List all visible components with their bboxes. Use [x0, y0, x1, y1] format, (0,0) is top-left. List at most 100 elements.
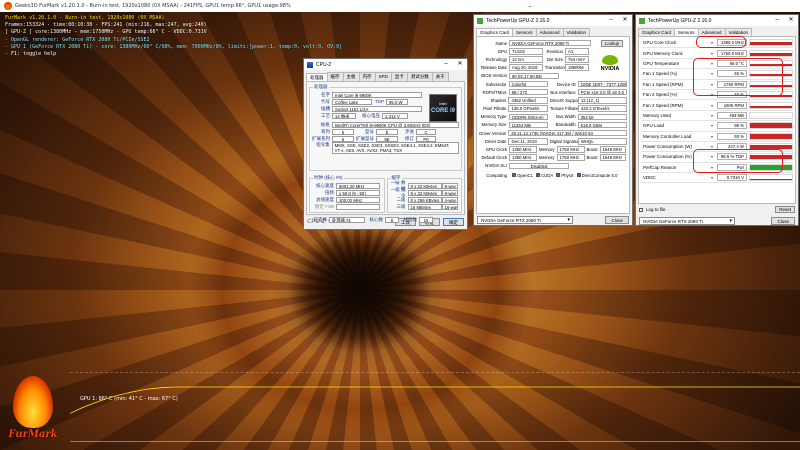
sensor-label: GPU Memory Clock	[643, 50, 683, 56]
physx-checkbox[interactable]	[556, 173, 561, 178]
directcompute-checkbox[interactable]	[576, 173, 581, 178]
log-to-file-checkbox[interactable]	[639, 207, 643, 212]
package-label: 插槽	[321, 105, 330, 111]
computing-label: Computing	[486, 172, 507, 178]
minimize-icon[interactable]: –	[770, 15, 784, 26]
gpu-clock-row: GPU Clock 1350 MHz Memory 1750 MHz Boost 1545…	[479, 145, 627, 153]
furmark-overlay-gpuz: [ GPU-Z ] core:1380MHz - mem:1750MHz - G…	[5, 29, 207, 35]
core-speed-label: 核心速度	[316, 182, 334, 188]
subvendor-value: Colorful	[508, 80, 549, 88]
release-date-label: Release Date	[480, 65, 507, 71]
default-clock-value2: 1750 MHz	[556, 154, 585, 161]
tab-validation[interactable]: Validation	[562, 28, 590, 36]
tab-memory[interactable]: 内存	[358, 72, 376, 81]
tab-graphics-card[interactable]: Graphics Card	[476, 28, 514, 36]
minimize-icon[interactable]: –	[520, 0, 540, 12]
cpuz-processor-panel: 处理器 intel CORE i9 名字 Intel Core i9 9900K …	[306, 81, 465, 223]
clocks-group: 时钟 (核心 #0) 核心速度 5001.20 MHz 倍频 x 50.0 (8 -…	[309, 175, 385, 213]
tab-validation[interactable]: Validation	[724, 28, 752, 36]
shaders-value: 4352 Unified	[508, 97, 548, 104]
sensor-value: 0.7310 V	[717, 174, 747, 182]
codename-label: 代号	[321, 98, 330, 104]
l2-way: 4-way	[441, 196, 458, 203]
pixel-fillrate-row: Pixel Fillrate 136.0 GPixel/s Texture Fill…	[479, 105, 627, 113]
sensor-graph	[749, 174, 793, 182]
gpuz2-titlebar: TechPowerUp GPU-Z 2.16.0 – ✕	[636, 15, 798, 26]
tab-bench[interactable]: 测试分数	[406, 72, 433, 81]
tab-spd[interactable]: SPD	[374, 72, 392, 81]
gpu-clock-label: GPU Clock	[485, 147, 507, 153]
intel-core-i9-badge: intel CORE i9	[429, 94, 457, 122]
nvidia-sli-row: NVIDIA SLI Disabled	[479, 162, 627, 170]
subvendor-label2: Device ID	[557, 81, 576, 87]
nvidia-eye-icon	[602, 55, 618, 65]
sensor-value: 93 %	[717, 132, 747, 140]
tab-cache[interactable]: 缓存	[326, 72, 344, 81]
driver-date-value: Dec 11, 2018	[508, 138, 548, 145]
computing-row: Computing OpenCL CUDA PhysX DirectComput…	[479, 171, 627, 179]
tab-advanced[interactable]: Advanced	[535, 28, 564, 36]
close-button[interactable]: Close	[771, 217, 795, 225]
gpuz-graphics-card-window: TechPowerUp GPU-Z 2.16.0 – ✕ Graphics Ca…	[473, 14, 633, 226]
rated-fsb-value	[336, 203, 380, 210]
gpuz2-log-bar: Log to file Reset	[636, 204, 798, 215]
tab-advanced[interactable]: Advanced	[697, 28, 726, 36]
bios-version-value: 90.02.17.00.BD	[509, 72, 559, 80]
multiplier-value: x 50.0 (8 - 50)	[336, 189, 380, 196]
close-icon[interactable]: ✕	[784, 15, 798, 26]
bus-speed-value: 100.02 MHz	[336, 196, 380, 203]
gpu-clock-value: 1350 MHz	[509, 146, 537, 153]
opencl-checkbox[interactable]	[512, 173, 516, 178]
pixel-fillrate-label: Pixel Fillrate	[483, 106, 507, 112]
subvendor-value2: 10DE 1E07 - 7377 1208	[577, 80, 627, 88]
core-voltage-label: 核心电压	[362, 112, 380, 118]
core-speed-value: 5001.20 MHz	[336, 182, 380, 189]
specification-value: Intel(R) Core(TM) i9-9900K CPU @ 3.60GHz…	[331, 121, 459, 128]
cpuz-titlebar: CPU-Z – ✕	[304, 59, 467, 70]
tab-sensors[interactable]: Sensors	[674, 28, 699, 36]
tab-graphics[interactable]: 显卡	[390, 72, 408, 81]
gpuz2-bottom-bar: NVIDIA GeForce RTX 2080 Ti Close	[636, 215, 798, 227]
revision-value: P0	[416, 135, 436, 142]
sensor-label: Memory Used	[643, 112, 672, 118]
tdp-label: TDP	[375, 99, 384, 104]
gpu-select-dropdown[interactable]: NVIDIA GeForce RTX 2080 Ti	[639, 217, 735, 225]
close-icon[interactable]: ✕	[453, 59, 467, 70]
minimize-icon[interactable]: –	[439, 59, 453, 70]
technology-label2: Die Size	[546, 56, 563, 62]
physx-label: PhysX	[561, 172, 574, 178]
furmark-overlay-renderer: - OpenGL renderer: GeForce RTX 2080 Ti/P…	[5, 37, 150, 43]
opencl-label: OpenCL	[517, 172, 534, 178]
family-value: 6	[332, 128, 354, 135]
sensor-value: 1605 RPM	[717, 101, 747, 109]
sensor-value: 1750.0 MHz	[717, 49, 747, 57]
reset-button[interactable]: Reset	[775, 206, 795, 213]
instructions-value: MMX, SSE, SSE2, SSE3, SSSE3, SSE4.1, SSE…	[331, 142, 459, 154]
tab-graphics-card[interactable]: Graphics Card	[638, 28, 676, 36]
sensor-label: Memory Controller Load	[643, 133, 692, 139]
memory-size-label: Memory Size	[481, 122, 507, 128]
pixel-fillrate-label2: Texture Fillrate	[549, 106, 579, 112]
name-label: Name	[495, 40, 507, 46]
rops-tmus-label: ROPs/TMUs	[482, 89, 507, 95]
cuda-checkbox[interactable]	[536, 173, 541, 178]
l1i-value: 8 x 32 KBytes	[407, 189, 442, 196]
tab-mainboard[interactable]: 主板	[342, 72, 360, 81]
tab-sensors[interactable]: Sensors	[512, 28, 537, 36]
gpu-value2: A1	[565, 48, 589, 55]
family-label: 系列	[321, 128, 330, 134]
threads-value: 16	[419, 216, 433, 223]
ext-model-value: 9E	[376, 135, 398, 142]
memory-type-label2: Bus Width	[556, 114, 576, 120]
lookup-button[interactable]: Lookup	[600, 40, 623, 47]
gpu-select-dropdown[interactable]: NVIDIA GeForce RTX 2080 Ti	[477, 216, 573, 224]
temperature-curve	[70, 386, 800, 414]
memory-type-row: Memory Type GDDR6 (Micron) Bus Width 352 bi…	[479, 113, 627, 121]
close-icon[interactable]: ✕	[618, 15, 632, 26]
rops-tmus-value2: PCIe x16 3.0 @ x8 3.0	[577, 88, 627, 96]
sensor-label: VDDC	[643, 175, 656, 181]
close-button[interactable]: Close	[605, 216, 629, 224]
minimize-icon[interactable]: –	[604, 15, 618, 26]
tab-about[interactable]: 关于	[431, 72, 449, 81]
selection-dropdown[interactable]: 处理器 #1	[329, 216, 365, 223]
